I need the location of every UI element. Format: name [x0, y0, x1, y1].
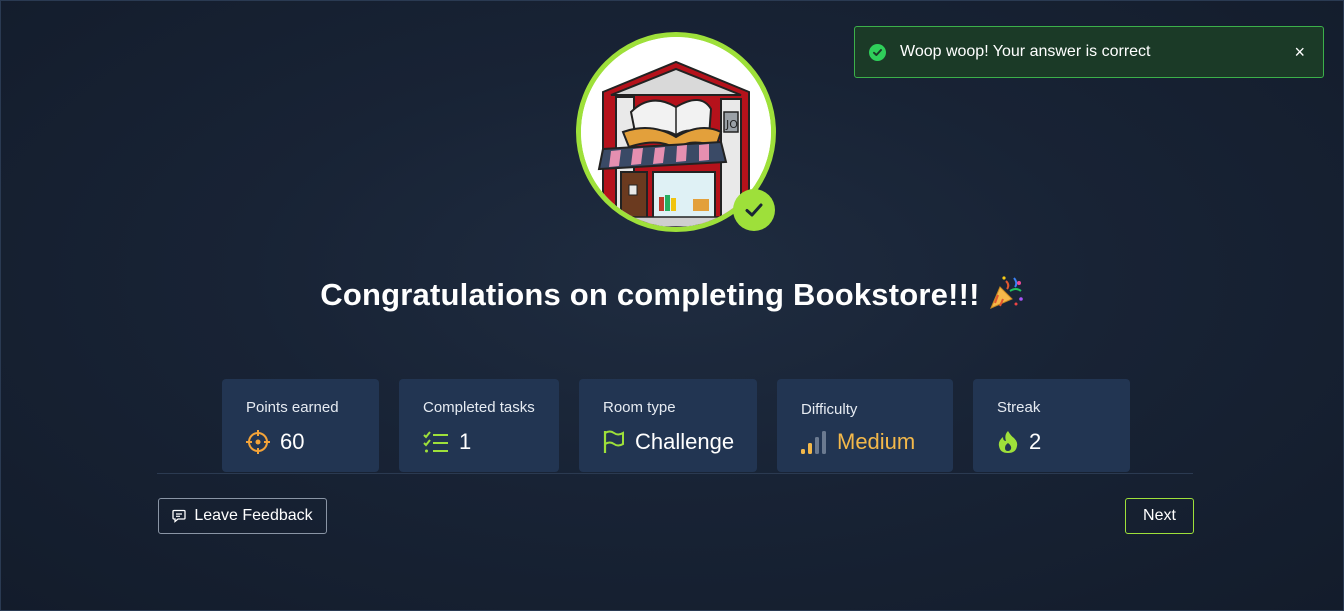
stat-card-streak: Streak 2 [973, 379, 1130, 472]
stat-label: Difficulty [801, 401, 858, 418]
stat-label: Streak [997, 399, 1041, 416]
stat-label: Points earned [246, 399, 339, 416]
toast-message: Woop woop! Your answer is correct [900, 43, 1151, 60]
leave-feedback-label: Leave Feedback [194, 507, 313, 524]
svg-text:JO: JO [725, 118, 738, 131]
checklist-icon [423, 431, 449, 453]
stat-value: 1 [459, 429, 472, 454]
title-text: Congratulations on completing Bookstore!… [320, 277, 980, 312]
divider [157, 473, 1193, 474]
room-avatar: JO [576, 32, 776, 232]
stat-value: Challenge [635, 429, 735, 454]
crosshair-icon [246, 430, 270, 454]
stat-label: Room type [603, 399, 676, 416]
stat-label: Completed tasks [423, 399, 535, 416]
stat-value: 2 [1029, 429, 1042, 454]
leave-feedback-button[interactable]: Leave Feedback [158, 498, 327, 534]
stat-card-points: Points earned 60 [222, 379, 379, 472]
signal-bars-icon [801, 430, 827, 454]
stat-card-room-type: Room type Challenge [579, 379, 757, 472]
next-button[interactable]: Next [1125, 498, 1194, 534]
success-toast: Woop woop! Your answer is correct × [854, 26, 1324, 78]
stat-value: Medium [837, 429, 916, 454]
stat-card-difficulty: Difficulty Medium [777, 379, 953, 472]
flame-icon [997, 430, 1019, 454]
checkmark-icon [733, 189, 775, 231]
close-icon[interactable]: × [1294, 42, 1305, 63]
stat-card-tasks: Completed tasks 1 [399, 379, 559, 472]
party-popper-icon [988, 275, 1024, 319]
flag-icon [603, 430, 625, 454]
page-title: Congratulations on completing Bookstore!… [1, 275, 1343, 319]
stat-value: 60 [280, 429, 305, 454]
check-circle-icon [869, 43, 886, 61]
feedback-icon [172, 509, 186, 523]
